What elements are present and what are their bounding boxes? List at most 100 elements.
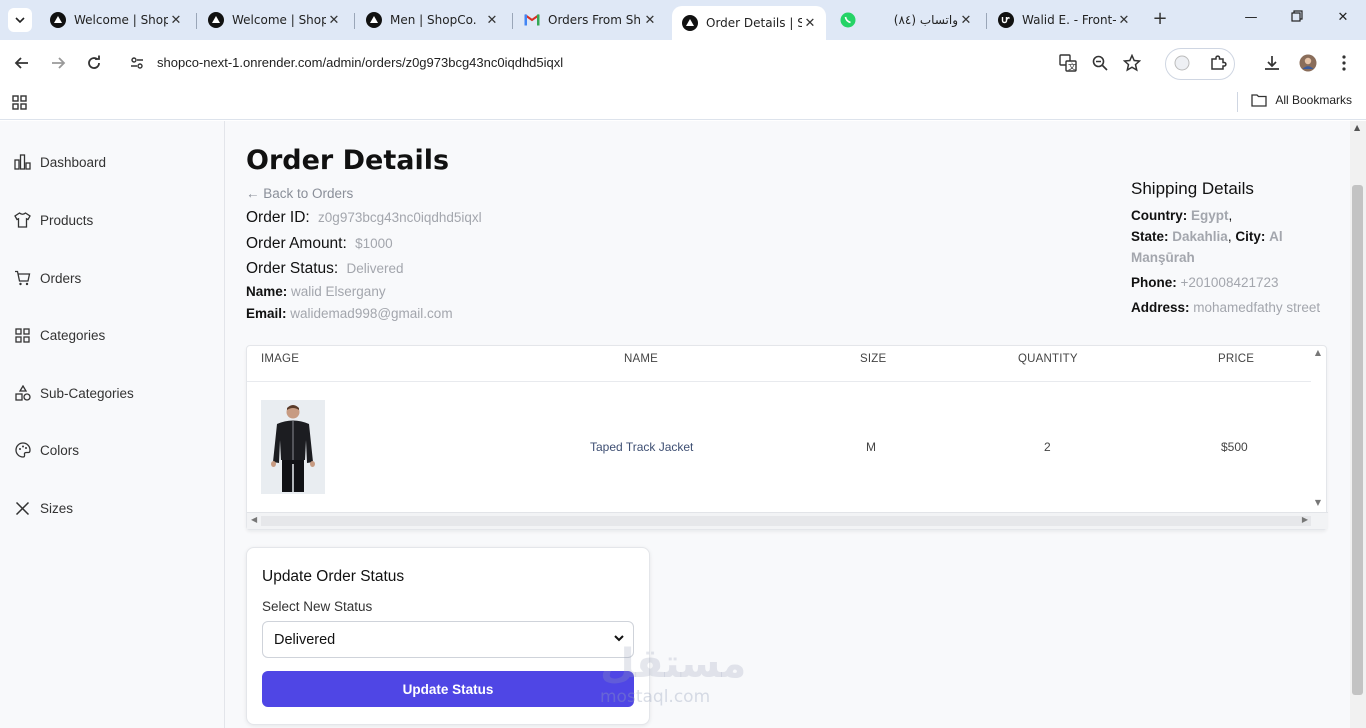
more-vert-icon[interactable] — [1333, 52, 1355, 74]
cart-icon — [14, 270, 31, 287]
product-image — [261, 400, 325, 494]
scroll-up-arrow[interactable]: ▲ — [1354, 123, 1360, 132]
tab-title: Men | ShopCo. — [390, 13, 477, 27]
tab-search-button[interactable] — [8, 8, 32, 32]
svg-text:文: 文 — [1068, 62, 1076, 72]
product-name[interactable]: Taped Track Jacket — [590, 440, 693, 454]
tab-title: Welcome | Shop — [74, 13, 168, 27]
order-amount-row: Order Amount: $1000 — [246, 235, 393, 253]
apps-grid-icon[interactable] — [12, 95, 27, 114]
scroll-left-arrow[interactable]: ◀ — [251, 515, 257, 524]
window-close-icon[interactable]: ✕ — [1333, 10, 1353, 25]
palette-icon — [14, 442, 31, 459]
country-value: Egypt — [1191, 208, 1229, 223]
puzzle-icon[interactable] — [1207, 52, 1229, 74]
order-status-value: Delivered — [346, 261, 404, 276]
bookmarks-divider — [1237, 92, 1238, 112]
watermark-url: mostaql.com — [600, 687, 711, 707]
star-icon[interactable] — [1121, 52, 1143, 74]
browser-tab[interactable]: (٨٤) واتساب ✕ — [830, 6, 982, 34]
browser-tab[interactable]: Welcome | Shop ✕ — [198, 6, 350, 34]
page-scrollbar-thumb[interactable] — [1352, 185, 1363, 695]
sidebar-item-dashboard[interactable]: Dashboard — [14, 151, 106, 173]
table-horizontal-scrollbar[interactable]: ◀ ▶ — [247, 512, 1328, 529]
page-title: Order Details — [246, 145, 450, 176]
sidebar-item-products[interactable]: Products — [14, 209, 93, 231]
shipping-title: Shipping Details — [1131, 179, 1254, 198]
sidebar-item-categories[interactable]: Categories — [14, 324, 105, 346]
arrow-left-icon: ← — [246, 186, 260, 201]
address-bar[interactable]: shopco-next-1.onrender.com/admin/orders/… — [157, 55, 563, 70]
close-icon[interactable]: ✕ — [1116, 13, 1132, 28]
sidebar-item-label: Dashboard — [40, 154, 107, 170]
status-select[interactable]: Delivered — [262, 621, 634, 658]
browser-tab-active[interactable]: Order Details | S ✕ — [672, 6, 826, 40]
update-status-card: Update Order Status Select New Status De… — [246, 547, 650, 725]
tab-title: Walid E. - Front- — [1022, 13, 1116, 27]
site-info-icon[interactable] — [126, 52, 148, 74]
translate-icon[interactable]: 文 — [1057, 52, 1079, 74]
minimize-icon[interactable]: — — [1241, 10, 1261, 25]
state-label: State: — [1131, 229, 1169, 244]
page-scrollbar[interactable]: ▲ — [1350, 121, 1366, 728]
close-icon[interactable]: ✕ — [326, 13, 342, 28]
sidebar-item-label: Colors — [40, 442, 80, 458]
zoom-icon[interactable] — [1089, 52, 1111, 74]
sidebar-item-label: Products — [40, 212, 94, 228]
order-amount-value: $1000 — [355, 236, 393, 251]
sidebar-item-orders[interactable]: Orders — [14, 267, 81, 289]
country-label: Country: — [1131, 208, 1188, 223]
customer-name-label: Name: — [246, 284, 288, 299]
order-status-row: Order Status: Delivered — [246, 260, 404, 278]
scrollbar-thumb[interactable] — [261, 516, 1311, 526]
shirt-icon — [14, 212, 31, 229]
browser-tab-bar: Welcome | Shop ✕ Welcome | Shop ✕ Men | … — [0, 0, 1366, 40]
header-divider — [247, 381, 1311, 382]
city-label: City: — [1235, 229, 1266, 244]
close-icon[interactable]: ✕ — [958, 13, 974, 28]
back-to-orders-link[interactable]: ← Back to Orders — [246, 186, 353, 201]
main-content: Order Details ← Back to Orders Order ID:… — [225, 121, 1350, 728]
shipping-state-city: State: Dakahlia, City: Al Manşūrah — [1131, 229, 1283, 265]
download-icon[interactable] — [1261, 52, 1283, 74]
new-tab-button[interactable]: + — [1150, 10, 1170, 30]
chevron-down-icon — [15, 17, 25, 24]
sidebar-item-colors[interactable]: Colors — [14, 439, 79, 461]
sidebar-item-sub-categories[interactable]: Sub-Categories — [14, 382, 134, 404]
restore-icon[interactable] — [1287, 10, 1307, 26]
column-header-name: NAME — [624, 353, 659, 365]
forward-arrow-icon[interactable] — [47, 52, 69, 74]
shapes-icon — [14, 385, 31, 402]
close-icon[interactable]: ✕ — [802, 16, 818, 31]
extension-icon[interactable] — [1171, 52, 1193, 74]
customer-email-value: walidemad998@gmail.com — [290, 306, 453, 321]
sidebar-item-sizes[interactable]: Sizes — [14, 497, 73, 519]
all-bookmarks-button[interactable]: All Bookmarks — [1251, 93, 1352, 107]
order-amount-label: Order Amount: — [246, 235, 347, 252]
product-price: $500 — [1221, 440, 1248, 454]
reload-icon[interactable] — [83, 52, 105, 74]
triangle-logo-icon — [682, 15, 698, 31]
browser-tab[interactable]: Walid E. - Front- ✕ — [988, 6, 1140, 34]
column-header-image: IMAGE — [261, 353, 300, 365]
update-status-button[interactable]: Update Status — [262, 671, 634, 707]
scroll-down-arrow[interactable]: ▼ — [1315, 498, 1321, 507]
scroll-right-arrow[interactable]: ▶ — [1302, 515, 1308, 524]
customer-name-value: walid Elsergany — [291, 284, 386, 299]
sidebar-item-label: Orders — [40, 270, 82, 286]
close-icon[interactable]: ✕ — [642, 13, 658, 28]
browser-tab[interactable]: Welcome | Shop ✕ — [40, 6, 192, 34]
column-header-price: PRICE — [1218, 353, 1255, 365]
scroll-up-arrow[interactable]: ▲ — [1315, 348, 1321, 357]
close-icon[interactable]: ✕ — [484, 13, 500, 28]
tab-title: Orders From Sh — [548, 13, 641, 27]
back-arrow-icon[interactable] — [11, 52, 33, 74]
close-icon[interactable]: ✕ — [168, 13, 184, 28]
column-header-quantity: QUANTITY — [1018, 353, 1078, 365]
customer-email-row: Email: walidemad998@gmail.com — [246, 306, 453, 321]
tab-separator — [196, 13, 197, 29]
browser-tab[interactable]: Orders From Sh ✕ — [514, 6, 666, 34]
browser-tab[interactable]: Men | ShopCo. ✕ — [356, 6, 508, 34]
product-size: M — [866, 440, 876, 454]
avatar[interactable] — [1297, 52, 1319, 74]
